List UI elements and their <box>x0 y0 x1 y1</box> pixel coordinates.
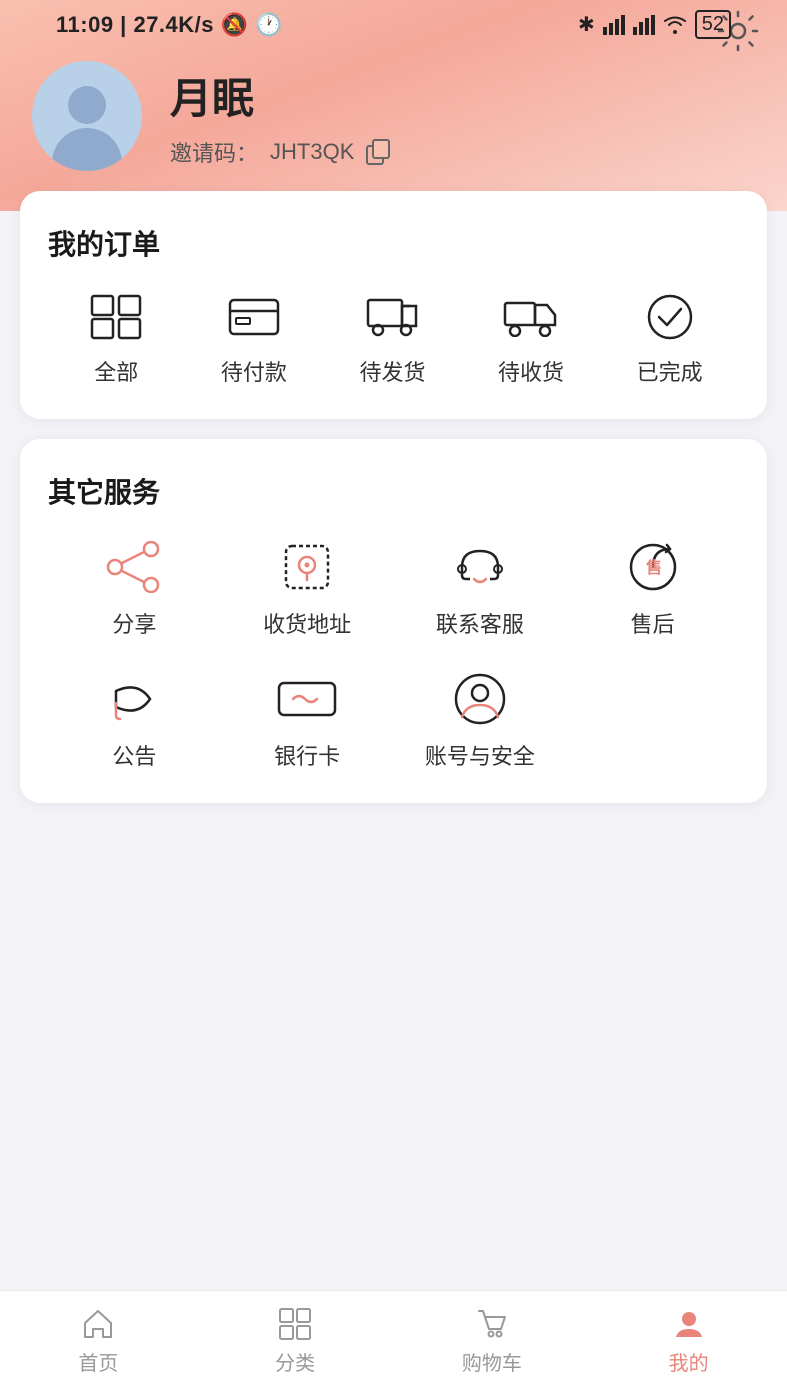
service-address[interactable]: 收货地址 <box>221 539 394 639</box>
profile-area: 月眠 邀请码： JHT3QK <box>32 45 755 171</box>
nav-category[interactable]: 分类 <box>245 1307 345 1376</box>
avatar[interactable] <box>32 61 142 171</box>
service-bankcard[interactable]: 银行卡 <box>221 671 394 771</box>
payment-icon <box>222 291 286 343</box>
account-icon <box>448 671 512 727</box>
nav-category-label: 分类 <box>275 1347 315 1376</box>
announcement-label: 公告 <box>112 739 156 771</box>
orders-list: 全部 待付款 <box>48 291 739 387</box>
services-grid: 分享 收货地址 <box>48 539 739 771</box>
share-icon <box>102 539 166 595</box>
bluetooth-icon: ✱ <box>578 12 595 37</box>
order-all[interactable]: 全部 <box>84 291 148 387</box>
battery-icon: 52 <box>695 10 731 39</box>
service-support[interactable]: 联系客服 <box>394 539 567 639</box>
nav-profile[interactable]: 我的 <box>639 1307 739 1376</box>
shipping-icon <box>360 291 424 343</box>
order-shipping[interactable]: 待发货 <box>359 291 425 387</box>
shipping-label: 待发货 <box>359 355 425 387</box>
done-label: 已完成 <box>637 355 703 387</box>
address-label: 收货地址 <box>263 607 351 639</box>
wifi-icon <box>663 16 687 34</box>
support-icon <box>448 539 512 595</box>
all-label: 全部 <box>94 355 138 387</box>
wifi-signal-icon <box>633 15 655 35</box>
nav-cart-label: 购物车 <box>462 1347 522 1376</box>
bankcard-label: 银行卡 <box>274 739 340 771</box>
status-time-network: 11:09 | 27.4K/s 🔕 🕐 <box>56 12 283 38</box>
home-icon <box>81 1307 115 1341</box>
aftersale-label: 售后 <box>631 607 675 639</box>
category-icon <box>278 1307 312 1341</box>
signal-icon <box>603 15 625 35</box>
announcement-icon <box>102 671 166 727</box>
status-bar: 11:09 | 27.4K/s 🔕 🕐 ✱ 52 <box>32 0 755 45</box>
cart-icon <box>475 1307 509 1341</box>
account-label: 账号与安全 <box>425 739 535 771</box>
services-card: 其它服务 分享 <box>20 439 767 803</box>
support-label: 联系客服 <box>436 607 524 639</box>
orders-title: 我的订单 <box>48 223 739 263</box>
svg-text:售: 售 <box>646 558 662 577</box>
order-payment[interactable]: 待付款 <box>221 291 287 387</box>
invite-label: 邀请码： <box>170 136 258 168</box>
share-label: 分享 <box>112 607 156 639</box>
delivery-icon <box>499 291 563 343</box>
service-account[interactable]: 账号与安全 <box>394 671 567 771</box>
bottom-nav: 首页 分类 购物车 我的 <box>0 1290 787 1400</box>
copy-icon[interactable] <box>366 139 392 165</box>
order-delivery[interactable]: 待收货 <box>498 291 564 387</box>
profile-name: 月眠 <box>170 65 392 126</box>
delivery-label: 待收货 <box>498 355 564 387</box>
services-title: 其它服务 <box>48 471 739 511</box>
address-icon <box>275 539 339 595</box>
all-icon <box>84 291 148 343</box>
done-icon <box>638 291 702 343</box>
bankcard-icon <box>275 671 339 727</box>
service-aftersale[interactable]: 售 售后 <box>566 539 739 639</box>
service-share[interactable]: 分享 <box>48 539 221 639</box>
invite-code-row: 邀请码： JHT3QK <box>170 136 392 168</box>
order-done[interactable]: 已完成 <box>637 291 703 387</box>
nav-home-label: 首页 <box>78 1347 118 1376</box>
profile-nav-icon <box>672 1307 706 1341</box>
status-icons: ✱ 52 <box>578 10 731 39</box>
invite-code: JHT3QK <box>270 139 354 165</box>
nav-profile-label: 我的 <box>669 1347 709 1376</box>
nav-home[interactable]: 首页 <box>48 1307 148 1376</box>
payment-label: 待付款 <box>221 355 287 387</box>
service-announcement[interactable]: 公告 <box>48 671 221 771</box>
aftersale-icon: 售 <box>621 539 685 595</box>
orders-card: 我的订单 全部 <box>20 191 767 419</box>
nav-cart[interactable]: 购物车 <box>442 1307 542 1376</box>
